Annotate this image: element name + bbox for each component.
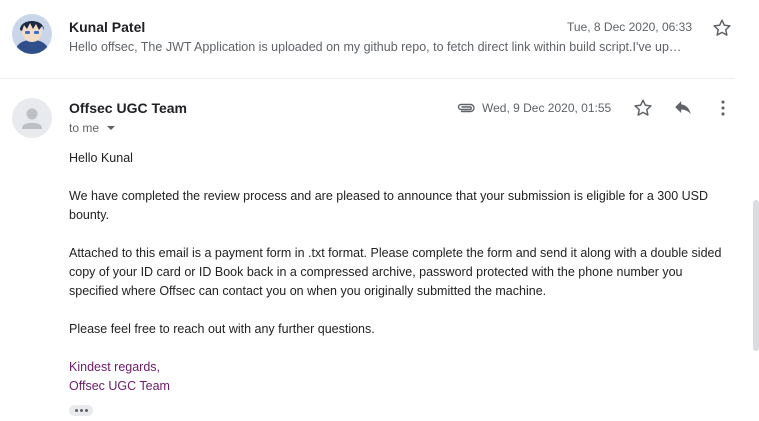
recipient-details-toggle[interactable]: to me <box>69 121 116 135</box>
sender-avatar <box>12 14 52 54</box>
sender-name: Kunal Patel <box>69 19 146 35</box>
message-collapsed-kunal[interactable]: Kunal Patel Tue, 8 Dec 2020, 06:33 Hello… <box>0 0 735 79</box>
star-icon[interactable] <box>632 97 654 119</box>
message-date: Tue, 8 Dec 2020, 06:33 <box>567 20 692 34</box>
chevron-down-icon <box>107 126 116 130</box>
sender-name: Offsec UGC Team <box>69 100 187 116</box>
message-expanded-offsec: Offsec UGC Team to me Wed, 9 Dec 2020, 0… <box>0 80 750 421</box>
message-snippet: Hello offsec, The JWT Application is upl… <box>69 40 682 54</box>
paperclip-icon <box>456 100 476 116</box>
scrollbar-thumb[interactable] <box>753 200 759 351</box>
body-paragraph: Please feel free to reach out with any f… <box>69 322 375 336</box>
star-icon[interactable] <box>711 17 733 39</box>
signoff: Kindest regards, <box>69 360 161 374</box>
body-paragraph: Attached to this email is a payment form… <box>69 246 722 298</box>
body-paragraph: We have completed the review process and… <box>69 189 709 222</box>
reply-icon[interactable] <box>672 97 694 119</box>
more-vert-icon[interactable] <box>712 97 734 119</box>
greeting: Hello Kunal <box>69 151 133 165</box>
ellipsis-icon <box>74 409 78 412</box>
show-trimmed-content-button[interactable] <box>69 405 93 416</box>
signature: Offsec UGC Team <box>69 379 170 393</box>
default-avatar-icon <box>12 98 52 138</box>
message-date: Wed, 9 Dec 2020, 01:55 <box>482 101 612 115</box>
message-body: Hello Kunal We have completed the review… <box>69 149 729 396</box>
recipient-label: to me <box>69 121 100 135</box>
